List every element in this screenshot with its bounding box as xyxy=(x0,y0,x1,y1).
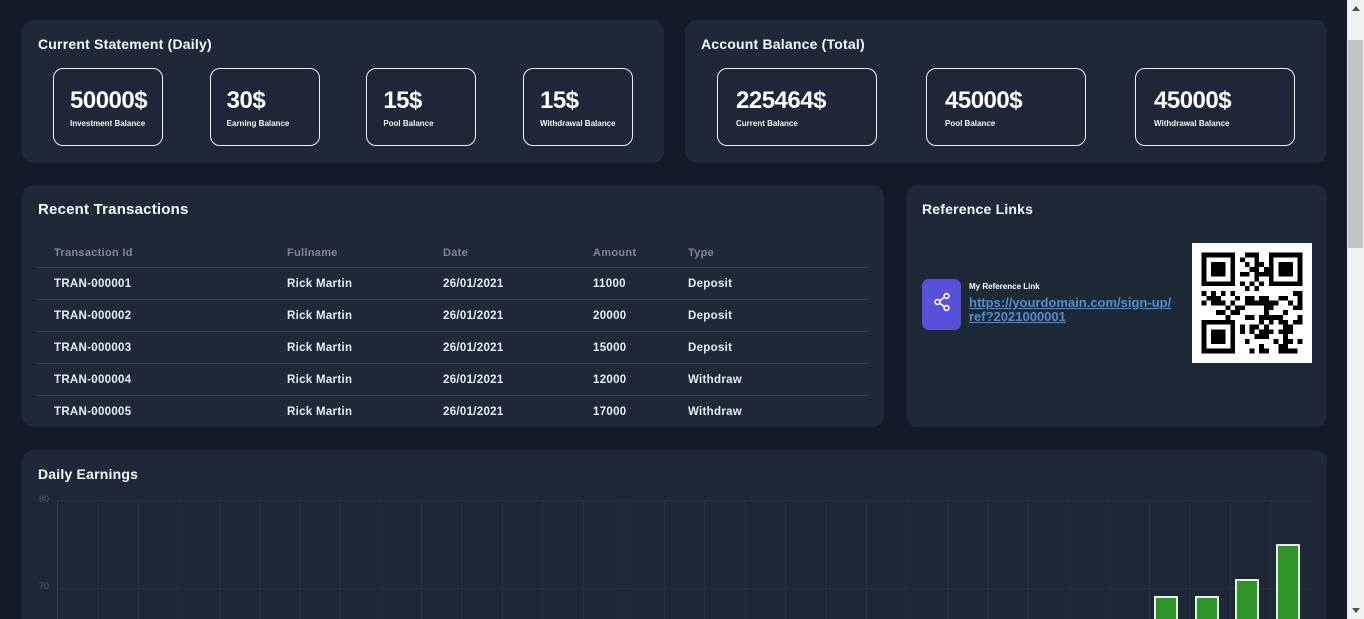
cell-type: Deposit xyxy=(688,278,869,290)
stat-value: 50000$ xyxy=(70,87,162,115)
stat-label: Pool Balance xyxy=(383,119,475,128)
arrow-down-icon xyxy=(1352,608,1360,613)
daily-earnings-title: Daily Earnings xyxy=(38,466,138,482)
stat-value: 225464$ xyxy=(736,87,876,115)
cell-date: 26/01/2021 xyxy=(443,406,593,418)
stat-card-withdrawal-balance: 15$ Withdrawal Balance xyxy=(523,68,633,146)
cell-fullname: Rick Martin xyxy=(287,406,443,418)
cell-fullname: Rick Martin xyxy=(287,374,443,386)
stat-value: 30$ xyxy=(227,87,319,115)
share-alt-icon xyxy=(932,291,952,318)
stat-value: 45000$ xyxy=(945,87,1085,115)
cell-amount: 20000 xyxy=(593,310,688,322)
arrow-up-icon xyxy=(1352,6,1360,11)
column-header-date: Date xyxy=(443,247,593,259)
earnings-bar xyxy=(1276,544,1300,619)
cell-amount: 12000 xyxy=(593,374,688,386)
transactions-table: Transaction Id Fullname Date Amount Type… xyxy=(37,239,869,427)
cell-type: Deposit xyxy=(688,310,869,322)
reference-link[interactable]: https://yourdomain.com/sign-up/ref?20210… xyxy=(969,296,1174,323)
cell-transaction-id: TRAN-000003 xyxy=(54,342,287,354)
qr-code xyxy=(1192,243,1312,363)
y-axis-tick-80: 80 xyxy=(22,494,49,504)
stat-card-withdrawal-balance-total: 45000$ Withdrawal Balance xyxy=(1135,68,1295,146)
cell-amount: 17000 xyxy=(593,406,688,418)
reference-links-panel: Reference Links My Reference Link https:… xyxy=(906,185,1327,427)
daily-earnings-panel: Daily Earnings 80 70 xyxy=(22,450,1327,619)
table-row: TRAN-000003 Rick Martin 26/01/2021 15000… xyxy=(37,331,869,363)
stat-label: Withdrawal Balance xyxy=(1154,119,1294,128)
cell-date: 26/01/2021 xyxy=(443,374,593,386)
stat-label: Pool Balance xyxy=(945,119,1085,128)
daily-statement-title: Current Statement (Daily) xyxy=(38,36,212,52)
table-row: TRAN-000004 Rick Martin 26/01/2021 12000… xyxy=(37,363,869,395)
earnings-bar xyxy=(1235,579,1259,619)
stat-value: 15$ xyxy=(383,87,475,115)
stat-card-earning-balance: 30$ Earning Balance xyxy=(210,68,320,146)
table-row: TRAN-000001 Rick Martin 26/01/2021 11000… xyxy=(37,267,869,299)
column-header-transaction-id: Transaction Id xyxy=(54,247,287,259)
gridline-70 xyxy=(58,588,1311,589)
recent-transactions-title: Recent Transactions xyxy=(38,201,189,218)
cell-transaction-id: TRAN-000001 xyxy=(54,278,287,290)
stat-card-investment-balance: 50000$ Investment Balance xyxy=(53,68,163,146)
chart-plot xyxy=(57,500,1311,619)
stat-card-pool-balance-total: 45000$ Pool Balance xyxy=(926,68,1086,146)
reference-link-block: My Reference Link https://yourdomain.com… xyxy=(969,282,1174,323)
y-axis-tick-70: 70 xyxy=(22,581,49,591)
total-cards: 225464$ Current Balance 45000$ Pool Bala… xyxy=(685,68,1327,146)
column-header-fullname: Fullname xyxy=(287,247,443,259)
stat-label: Withdrawal Balance xyxy=(540,119,632,128)
stat-label: Current Balance xyxy=(736,119,876,128)
account-balance-panel: Account Balance (Total) 225464$ Current … xyxy=(685,20,1327,163)
daily-cards: 50000$ Investment Balance 30$ Earning Ba… xyxy=(22,68,664,146)
stat-card-current-balance: 225464$ Current Balance xyxy=(717,68,877,146)
column-header-type: Type xyxy=(688,247,869,259)
cell-amount: 15000 xyxy=(593,342,688,354)
table-row: TRAN-000005 Rick Martin 26/01/2021 17000… xyxy=(37,395,869,427)
cell-type: Withdraw xyxy=(688,374,869,386)
cell-date: 26/01/2021 xyxy=(443,310,593,322)
cell-amount: 11000 xyxy=(593,278,688,290)
reference-links-title: Reference Links xyxy=(922,201,1033,217)
gridline-80 xyxy=(58,500,1311,501)
earnings-bar xyxy=(1154,596,1178,619)
cell-fullname: Rick Martin xyxy=(287,278,443,290)
scroll-down-button[interactable] xyxy=(1347,602,1364,619)
daily-statement-panel: Current Statement (Daily) 50000$ Investm… xyxy=(22,20,664,163)
table-header-row: Transaction Id Fullname Date Amount Type xyxy=(37,239,869,267)
stat-label: Investment Balance xyxy=(70,119,162,128)
earnings-bar xyxy=(1195,596,1219,619)
cell-transaction-id: TRAN-000005 xyxy=(54,406,287,418)
cell-fullname: Rick Martin xyxy=(287,342,443,354)
share-button[interactable] xyxy=(922,279,961,330)
cell-date: 26/01/2021 xyxy=(443,278,593,290)
table-row: TRAN-000002 Rick Martin 26/01/2021 20000… xyxy=(37,299,869,331)
scroll-up-button[interactable] xyxy=(1347,0,1364,17)
stat-label: Earning Balance xyxy=(227,119,319,128)
cell-transaction-id: TRAN-000002 xyxy=(54,310,287,322)
recent-transactions-panel: Recent Transactions Transaction Id Fulln… xyxy=(22,185,884,427)
stat-card-pool-balance: 15$ Pool Balance xyxy=(366,68,476,146)
cell-fullname: Rick Martin xyxy=(287,310,443,322)
cell-transaction-id: TRAN-000004 xyxy=(54,374,287,386)
account-balance-title: Account Balance (Total) xyxy=(701,36,865,52)
column-header-amount: Amount xyxy=(593,247,688,259)
stat-value: 15$ xyxy=(540,87,632,115)
stat-value: 45000$ xyxy=(1154,87,1294,115)
reference-link-label: My Reference Link xyxy=(969,282,1174,291)
vertical-scrollbar[interactable] xyxy=(1347,0,1364,619)
cell-type: Deposit xyxy=(688,342,869,354)
cell-date: 26/01/2021 xyxy=(443,342,593,354)
cell-type: Withdraw xyxy=(688,406,869,418)
scrollbar-thumb[interactable] xyxy=(1348,40,1363,248)
